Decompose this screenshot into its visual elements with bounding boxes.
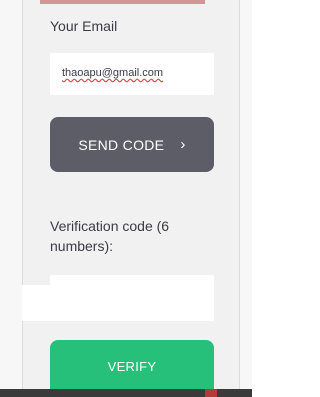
email-value: thaoapu@gmail.com: [62, 67, 164, 79]
verification-code-input[interactable]: [50, 275, 214, 321]
left-rail: [0, 0, 23, 397]
top-strip: [40, 0, 205, 4]
input-gap: [22, 285, 50, 321]
send-code-button[interactable]: SEND CODE ›: [50, 117, 214, 172]
bottom-bar: [0, 389, 252, 397]
app-frame: Your Email thaoapu@gmail.com SEND CODE ›…: [0, 0, 252, 397]
bottom-accent: [205, 389, 217, 397]
verify-label: VERIFY: [107, 358, 157, 374]
verification-label: Verification code (6 numbers):: [50, 218, 170, 254]
email-label: Your Email: [50, 18, 118, 34]
chevron-right-icon: ›: [180, 136, 186, 153]
verify-button[interactable]: VERIFY: [50, 340, 214, 392]
right-rail: [239, 0, 252, 397]
send-code-label: SEND CODE: [78, 136, 165, 153]
